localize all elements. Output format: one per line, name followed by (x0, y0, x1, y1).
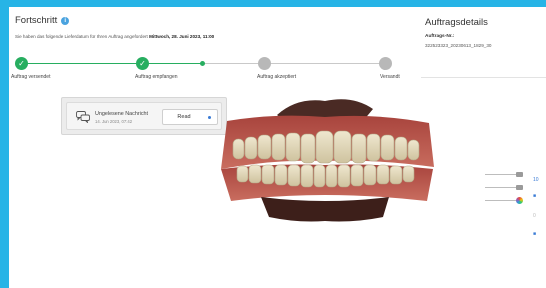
progress-track-pending (202, 63, 385, 65)
step-received-check-icon: ✓ (136, 57, 149, 70)
chat-icon[interactable]: ■ (533, 231, 536, 237)
tool-slider-track (485, 200, 519, 201)
read-button[interactable]: Read (162, 109, 218, 125)
message-row: Ungelesene Nachricht 14. Jun 2023, 07:42… (66, 102, 222, 130)
order-number-label: Auftrags-Nr.: (425, 34, 455, 39)
message-date: 14. Jun 2023, 07:42 (95, 119, 133, 124)
order-details-title: Auftragsdetails (425, 17, 488, 28)
info-icon[interactable]: i (61, 16, 70, 25)
tooth-view-icon[interactable] (516, 172, 523, 177)
camera-icon[interactable]: ■ (533, 193, 536, 199)
step-label-shipped: Versandt (380, 74, 400, 80)
order-window: Fortschritt i Sie haben das folgende Lie… (9, 7, 546, 288)
progress-title: Fortschritt (15, 15, 58, 26)
settings-icon[interactable]: 0 (533, 213, 536, 219)
step-sent-check-icon: ✓ (15, 57, 28, 70)
progress-track-done (21, 63, 202, 65)
step-current-marker (200, 61, 205, 66)
scan-base-bottom (261, 197, 389, 222)
unread-dot-icon (208, 116, 211, 119)
order-number-value: 322523323_20230613_1829_30 (425, 43, 492, 48)
viewer-toolbar: 10 ■ 0 ■ (485, 167, 541, 247)
delivery-date-text: Sie haben das folgende Lieferdatum für I… (15, 34, 214, 39)
step-accepted-node (258, 57, 271, 70)
dental-scan-3d-view[interactable] (213, 93, 439, 225)
delivery-date: Mittwoch, 28. Juni 2023, 11:00 (149, 34, 215, 39)
color-wheel-icon[interactable] (516, 197, 523, 204)
step-label-accepted: Auftrag akzeptiert (257, 74, 297, 80)
details-divider (421, 77, 546, 78)
progress-stepper: ✓ ✓ Auftrag versendet Auftrag empfangen … (9, 56, 409, 86)
step-label-received: Auftrag empfangen (135, 74, 178, 80)
delivery-text: Sie haben das folgende Lieferdatum für I… (15, 34, 148, 39)
step-label-sent: Auftrag versendet (11, 74, 51, 80)
jaw-view-icon[interactable] (516, 185, 523, 190)
upper-teeth (232, 130, 420, 164)
step-shipped-node (379, 57, 392, 70)
measure-icon[interactable]: 10 (533, 177, 539, 183)
message-title: Ungelesene Nachricht (95, 111, 149, 117)
unread-message-card: Ungelesene Nachricht 14. Jun 2023, 07:42… (61, 97, 227, 135)
read-button-label: Read (177, 114, 191, 120)
progress-header: Fortschritt i (15, 15, 70, 26)
chat-bubble-icon (76, 111, 90, 123)
